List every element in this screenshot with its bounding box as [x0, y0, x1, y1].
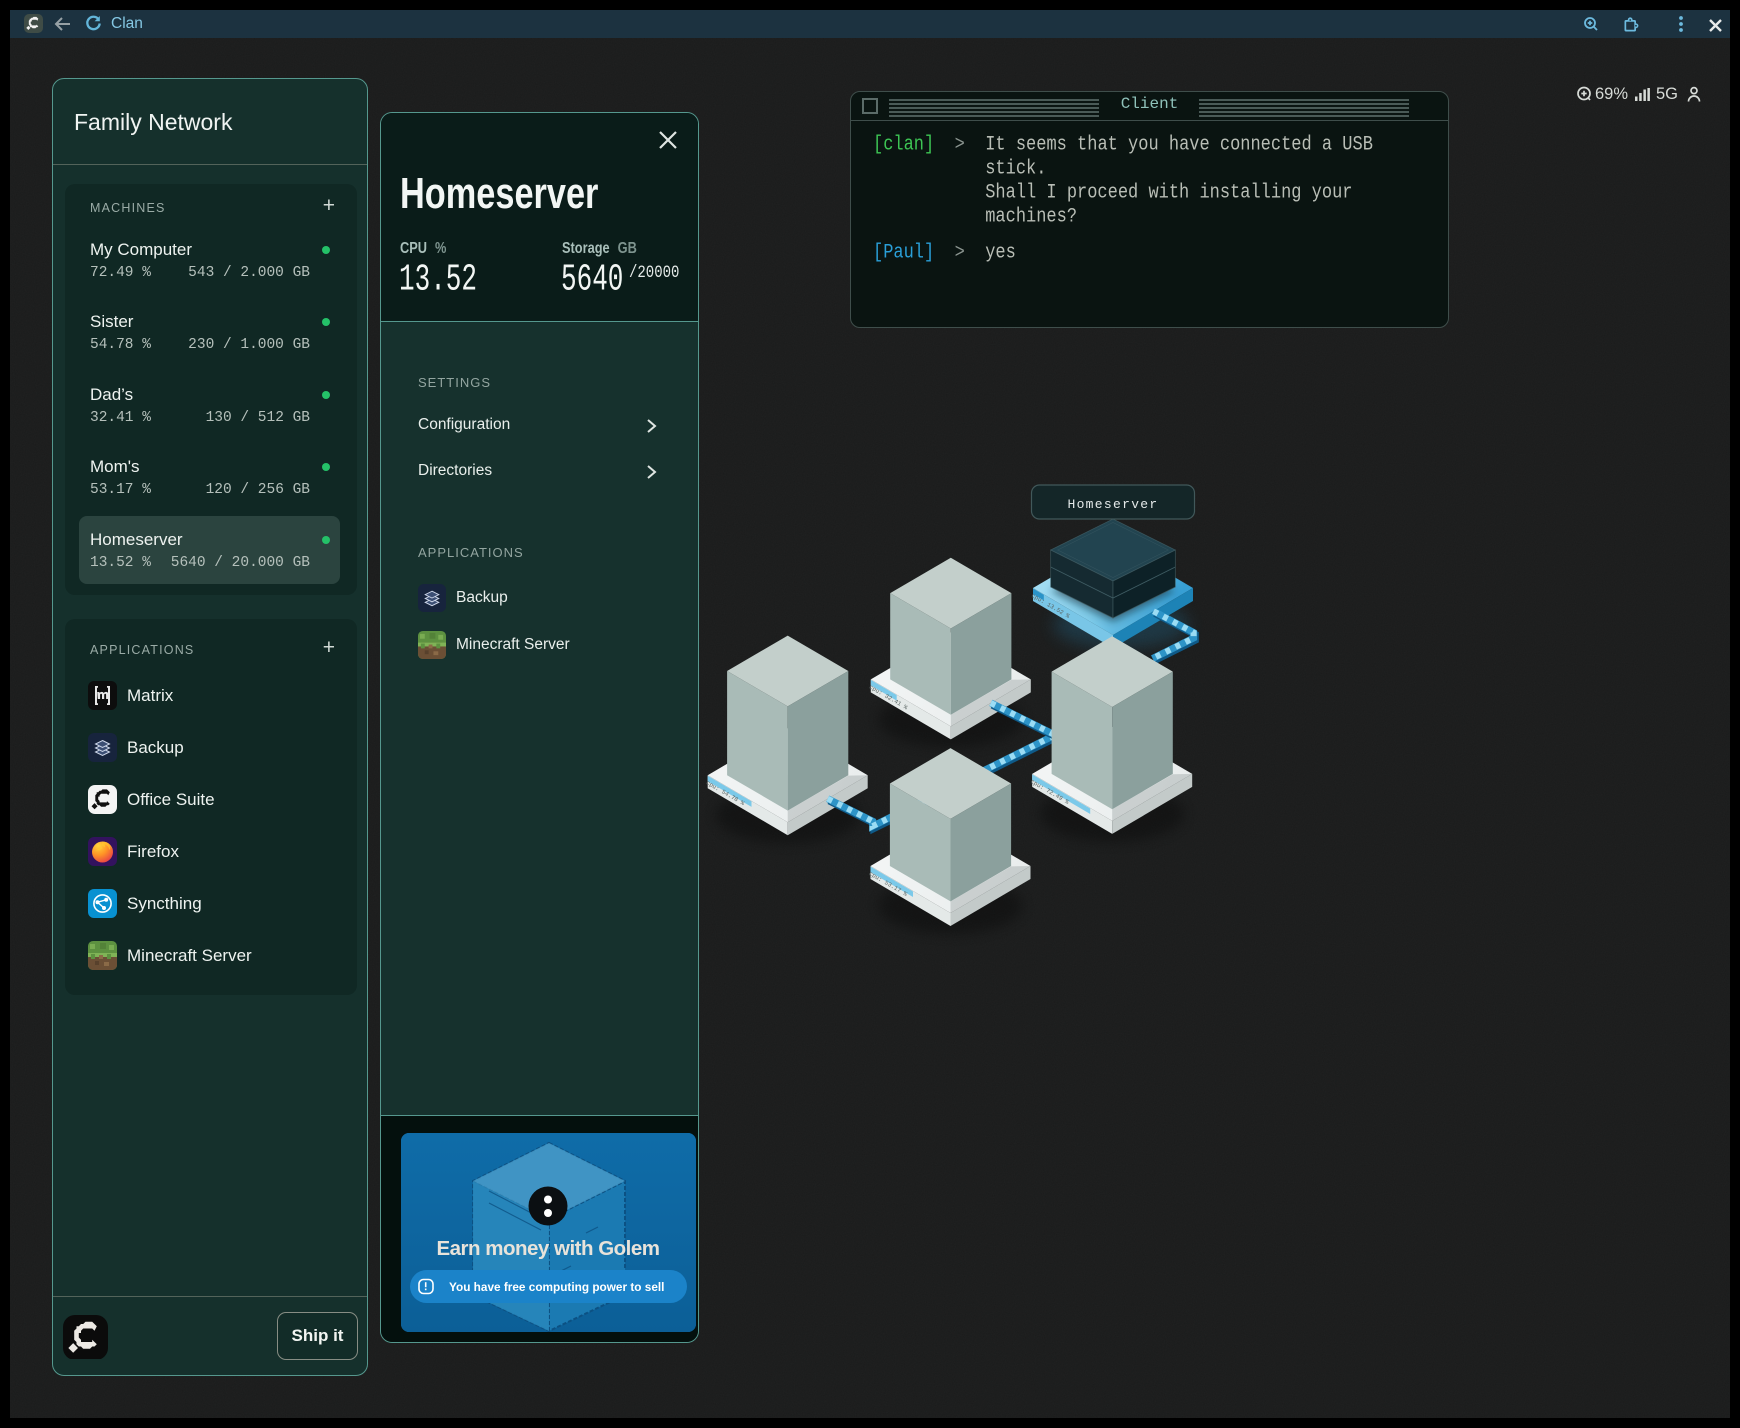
svg-text:You have free computing power: You have free computing power to sell — [449, 1280, 664, 1294]
svg-text:Earn money with Golem: Earn money with Golem — [436, 1237, 659, 1260]
svg-text:Homeserver: Homeserver — [1067, 497, 1158, 512]
